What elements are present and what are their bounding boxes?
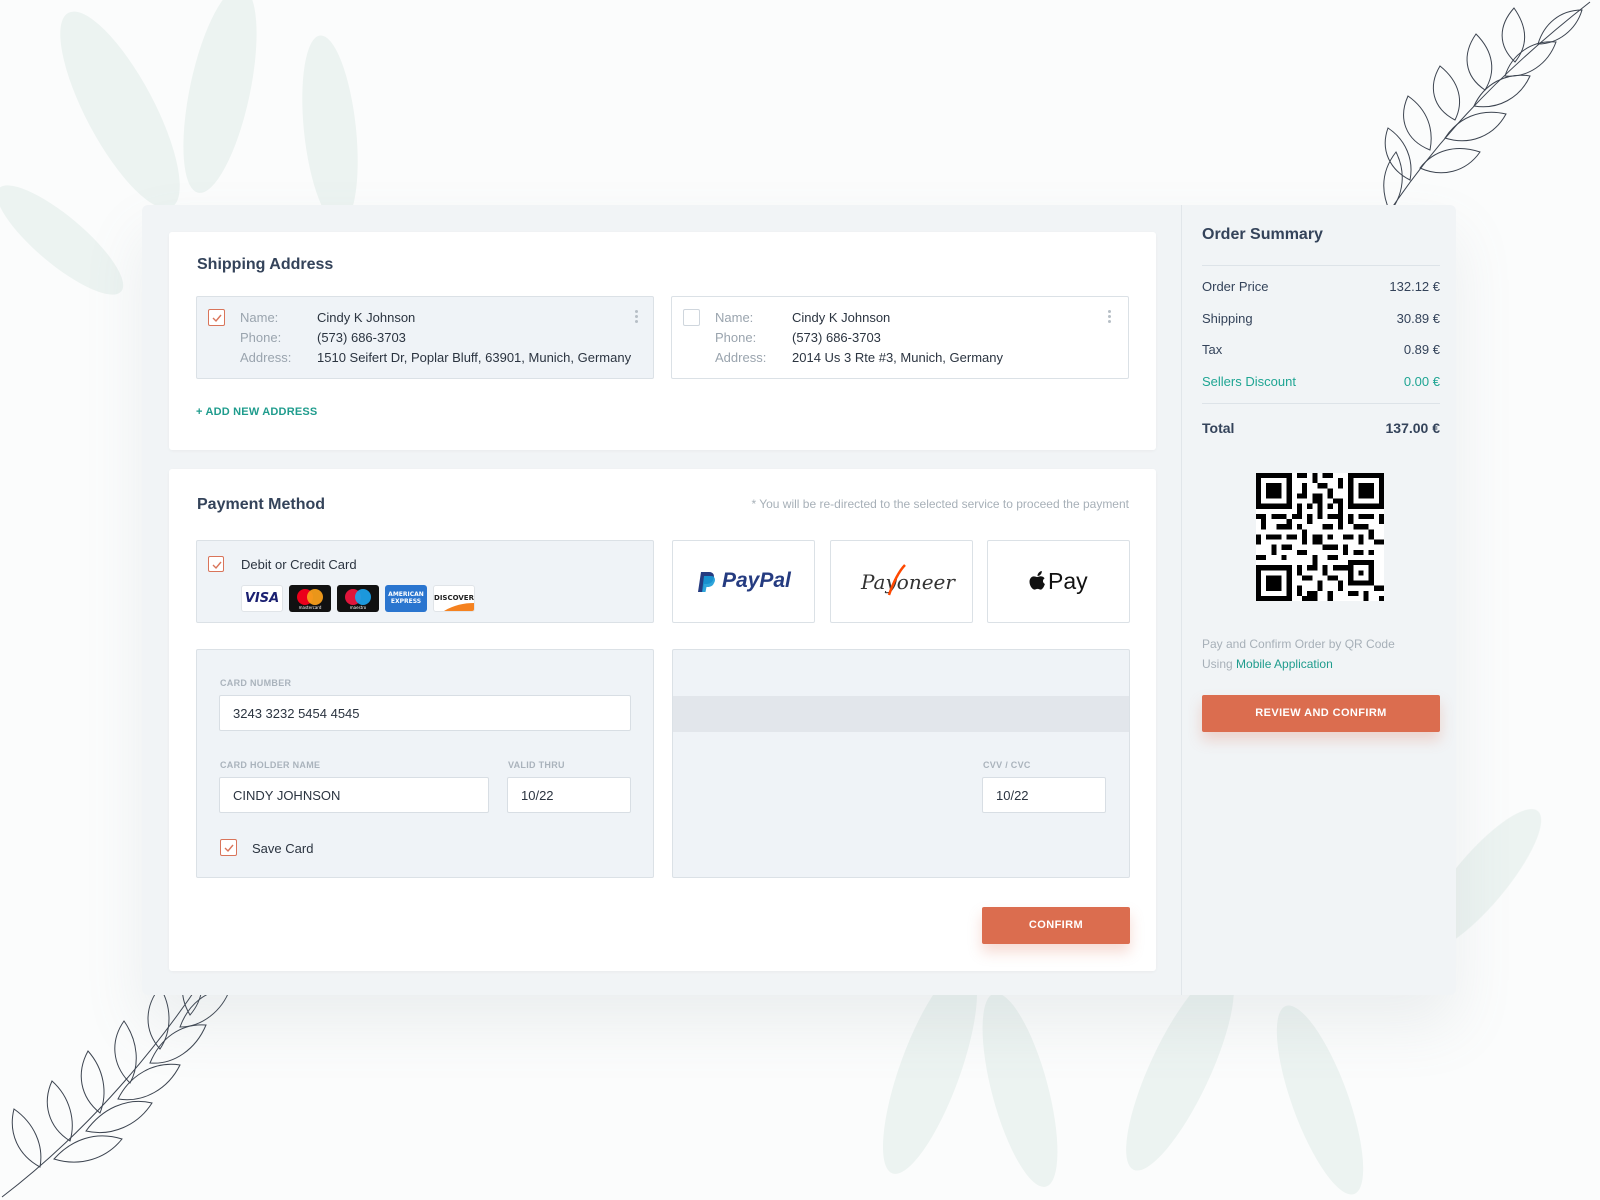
shipping-label: Shipping (1202, 311, 1253, 326)
apple-pay-label: Pay (1048, 568, 1088, 594)
qr-instructions: Pay and Confirm Order by QR Code Using M… (1202, 634, 1442, 674)
mastercard-logo-text: mastercard (298, 605, 322, 610)
paypal-icon (698, 572, 715, 592)
amex-logo-line2: EXPRESS (390, 598, 422, 605)
check-icon (212, 314, 222, 323)
mastercard-icon: mastercard (289, 585, 331, 612)
qr-instruction-line-1: Pay and Confirm Order by QR Code (1202, 637, 1395, 651)
address-2-phone: (573) 686-3703 (792, 330, 881, 345)
check-icon (224, 844, 234, 853)
card-number-label: CARD NUMBER (220, 678, 292, 688)
more-options-icon[interactable] (635, 310, 639, 325)
debit-credit-card-option[interactable]: Debit or Credit Card VISA mastercard mae… (196, 540, 654, 623)
address-label: Address: (240, 350, 292, 365)
address-1-address: 1510 Seifert Dr, Poplar Bluff, 63901, Mu… (317, 350, 632, 365)
summary-divider-bottom (1202, 403, 1440, 404)
add-new-address-link[interactable]: + ADD NEW ADDRESS (196, 406, 317, 418)
payoneer-swoosh-icon (887, 564, 906, 596)
apple-pay-option[interactable]: Pay (987, 540, 1130, 623)
address-card-1[interactable]: Name: Cindy K Johnson Phone: (573) 686-3… (196, 296, 654, 379)
address-1-name: Cindy K Johnson (317, 310, 416, 325)
phone-label: Phone: (715, 330, 757, 345)
payoneer-option[interactable]: Payoneer (830, 540, 973, 623)
sellers-discount-label: Sellers Discount (1202, 374, 1296, 389)
name-label: Name: (240, 310, 279, 325)
paypal-label: PayPal (722, 569, 791, 592)
review-and-confirm-button[interactable]: REVIEW AND CONFIRM (1202, 695, 1440, 732)
order-price-value: 132.12 € (1389, 279, 1440, 294)
paypal-option[interactable]: PayPal (672, 540, 815, 623)
confirm-button[interactable]: CONFIRM (982, 907, 1130, 944)
cvv-input[interactable]: 10/22 (982, 777, 1106, 813)
qr-instruction-prefix: Using (1202, 657, 1233, 671)
visa-icon: VISA (241, 585, 283, 612)
address-2-name: Cindy K Johnson (792, 310, 891, 325)
save-card-label: Save Card (252, 841, 314, 856)
payment-method-title: Payment Method (197, 496, 326, 513)
visa-logo-text: VISA (244, 591, 280, 606)
shipping-address-title: Shipping Address (197, 256, 334, 273)
total-label: Total (1202, 420, 1235, 436)
card-back-panel (672, 649, 1130, 878)
valid-thru-label: VALID THRU (508, 760, 565, 770)
order-price-label: Order Price (1202, 279, 1269, 294)
cvv-label: CVV / CVC (983, 760, 1031, 770)
tax-label: Tax (1202, 342, 1223, 357)
amex-logo-line1: AMERICAN (388, 591, 424, 598)
discover-swoosh-icon (444, 603, 474, 611)
total-value: 137.00 € (1385, 420, 1441, 436)
check-icon (212, 561, 222, 570)
qr-code-icon (1256, 473, 1384, 601)
address-card-2[interactable]: Name: Cindy K Johnson Phone: (573) 686-3… (671, 296, 1129, 379)
address-1-phone: (573) 686-3703 (317, 330, 406, 345)
shipping-value: 30.89 € (1396, 311, 1440, 326)
redirect-note: * You will be re-directed to the selecte… (751, 497, 1129, 511)
mobile-application-link[interactable]: Mobile Application (1236, 657, 1333, 671)
address-2-address: 2014 Us 3 Rte #3, Munich, Germany (792, 350, 1003, 365)
tax-value: 0.89 € (1403, 342, 1440, 357)
debit-credit-checkbox[interactable] (208, 556, 224, 572)
discover-icon: DISCOVER (433, 585, 475, 612)
summary-divider-top (1202, 265, 1440, 266)
apple-icon (1029, 571, 1045, 590)
debit-credit-label: Debit or Credit Card (241, 557, 357, 572)
maestro-logo-text: maestro (349, 605, 367, 610)
order-summary-title: Order Summary (1202, 226, 1323, 243)
card-holder-input[interactable]: CINDY JOHNSON (219, 777, 489, 813)
order-summary-separator (1181, 205, 1182, 995)
address-1-checkbox[interactable] (208, 309, 225, 326)
more-options-icon[interactable] (1108, 310, 1112, 325)
address-2-checkbox[interactable] (683, 309, 700, 326)
magnetic-stripe (673, 696, 1129, 732)
save-card-checkbox[interactable] (220, 839, 237, 856)
name-label: Name: (715, 310, 754, 325)
card-number-input[interactable]: 3243 3232 5454 4545 (219, 695, 631, 731)
valid-thru-input[interactable]: 10/22 (507, 777, 631, 813)
sellers-discount-value: 0.00 € (1403, 374, 1440, 389)
address-label: Address: (715, 350, 767, 365)
leaf-branch-top-right (1383, 1, 1591, 219)
amex-icon: AMERICAN EXPRESS (385, 585, 427, 612)
payoneer-label: Payoneer (861, 570, 955, 594)
maestro-icon: maestro (337, 585, 379, 612)
card-holder-label: CARD HOLDER NAME (220, 760, 321, 770)
phone-label: Phone: (240, 330, 282, 345)
